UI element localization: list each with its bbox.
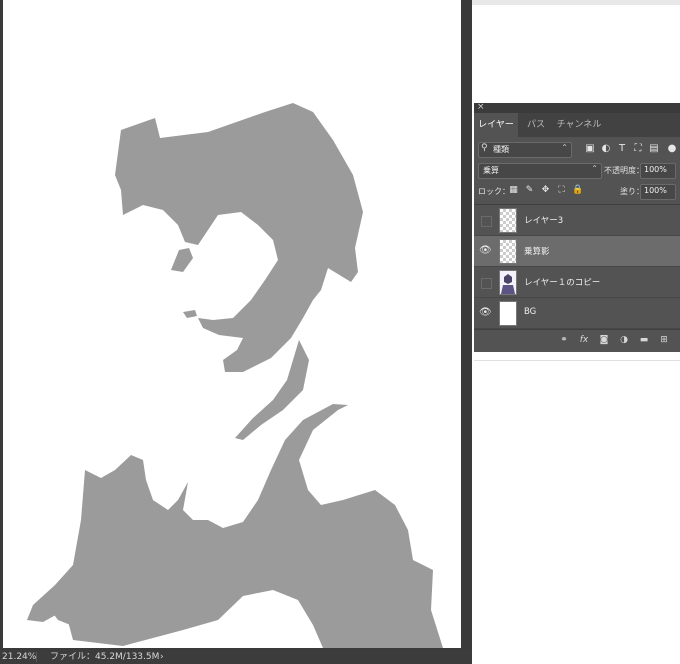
- close-icon[interactable]: ×: [477, 102, 485, 112]
- visibility-toggle[interactable]: [481, 216, 492, 227]
- fx-icon[interactable]: fx: [578, 334, 590, 346]
- status-divider: [36, 652, 37, 662]
- status-menu-arrow[interactable]: ›: [160, 650, 164, 664]
- link-icon[interactable]: ⚭: [558, 334, 570, 346]
- layer-row[interactable]: レイヤー１のコピー: [474, 267, 680, 298]
- status-bar: 21.24% ファイル：45.2M/133.5M ›: [0, 650, 472, 664]
- layer-thumbnail: [499, 208, 517, 233]
- filter-label: 種類: [493, 145, 509, 154]
- panel-footer: ⚭ fx ◙ ◑ ▬ ⊞: [474, 329, 680, 352]
- layer-thumbnail: [499, 239, 517, 264]
- eye-icon[interactable]: 👁: [479, 245, 492, 257]
- file-size-info: ファイル：45.2M/133.5M: [50, 652, 160, 662]
- blend-mode-select[interactable]: 乗算 ⌃: [478, 163, 602, 179]
- lock-position-icon[interactable]: ✥: [540, 185, 551, 196]
- smart-object-filter-icon[interactable]: ▤: [648, 143, 660, 155]
- hair-silhouette: [115, 103, 363, 372]
- eye-shape: [171, 248, 193, 272]
- zoom-level[interactable]: 21.24%: [2, 650, 36, 664]
- layer-name: レイヤー１のコピー: [524, 278, 601, 288]
- adjustment-icon[interactable]: ◑: [618, 334, 630, 346]
- panel-close-bar: ×: [474, 102, 680, 113]
- new-layer-icon[interactable]: ⊞: [658, 334, 670, 346]
- layer-thumbnail: [499, 270, 517, 295]
- filter-toggle-icon[interactable]: ●: [666, 143, 678, 155]
- layer-name: BG: [524, 307, 537, 317]
- fill-value: 100%: [644, 186, 667, 195]
- folder-icon[interactable]: ▬: [638, 334, 650, 346]
- silhouette-artwork: [27, 103, 443, 648]
- search-icon: ⚲: [481, 143, 488, 153]
- fill-input[interactable]: 100%: [640, 184, 676, 200]
- top-band: [472, 0, 680, 5]
- opacity-label: 不透明度：: [604, 166, 644, 175]
- chevron-icon: ⌃: [561, 143, 568, 152]
- layer-filter-select[interactable]: ⚲ 種類 ⌃: [478, 142, 572, 158]
- layer-name: 乗算影: [524, 247, 550, 257]
- visibility-toggle[interactable]: [481, 278, 492, 289]
- type-filter-icon[interactable]: T: [616, 143, 628, 155]
- layer-list: レイヤー3 👁 乗算影 レイヤー１のコピー 👁 BG: [474, 204, 680, 329]
- eye-icon[interactable]: 👁: [479, 307, 492, 319]
- lock-image-icon[interactable]: ✎: [524, 185, 535, 196]
- blend-mode-value: 乗算: [483, 166, 499, 175]
- mask-icon[interactable]: ◙: [598, 334, 610, 346]
- opacity-value: 100%: [644, 165, 667, 174]
- filter-row: ⚲ 種類 ⌃ ▣ ◐ T ⛶ ▤ ●: [474, 141, 680, 159]
- layers-panel: × レイヤー パス チャンネル ⚲ 種類 ⌃ ▣ ◐ T ⛶ ▤ ● 乗算 ⌃ …: [474, 102, 680, 352]
- shape-filter-icon[interactable]: ⛶: [632, 143, 644, 155]
- tab-channels[interactable]: チャンネル: [554, 113, 604, 137]
- adjustment-filter-icon[interactable]: ◐: [600, 143, 612, 155]
- pixel-layer-filter-icon[interactable]: ▣: [584, 143, 596, 155]
- layer-row-selected[interactable]: 👁 乗算影: [474, 236, 680, 267]
- hand-highlight: [241, 596, 301, 632]
- lock-all-icon[interactable]: 🔒: [572, 185, 583, 196]
- opacity-input[interactable]: 100%: [640, 163, 676, 179]
- layer-row[interactable]: 👁 BG: [474, 298, 680, 329]
- layer-row[interactable]: レイヤー3: [474, 205, 680, 236]
- chevron-icon: ⌃: [591, 164, 598, 173]
- layer-name: レイヤー3: [524, 216, 564, 226]
- canvas[interactable]: [3, 0, 461, 648]
- panel-divider-line: [474, 360, 680, 361]
- lock-label: ロック：: [478, 187, 510, 196]
- lock-row: ロック： ▦ ✎ ✥ ⛶ 🔒 塗り： 100%: [474, 183, 680, 201]
- blend-row: 乗算 ⌃ 不透明度： 100%: [474, 162, 680, 180]
- lip-shape: [183, 310, 197, 318]
- lock-transparent-icon[interactable]: ▦: [508, 185, 519, 196]
- tab-paths[interactable]: パス: [524, 113, 548, 137]
- layer-thumbnail: [499, 301, 517, 326]
- tab-layers[interactable]: レイヤー: [474, 113, 518, 137]
- document-window: 21.24% ファイル：45.2M/133.5M ›: [0, 0, 472, 664]
- panel-tabs: レイヤー パス チャンネル: [474, 113, 680, 137]
- lock-artboard-icon[interactable]: ⛶: [556, 185, 567, 196]
